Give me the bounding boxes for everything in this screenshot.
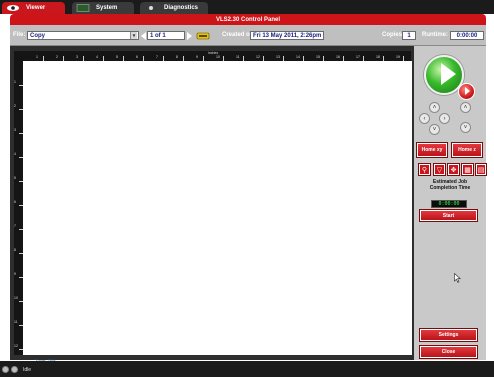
tab-viewer[interactable]: Viewer bbox=[2, 2, 65, 14]
created-value-text: Fri 13 May 2011, 2:26pm bbox=[253, 32, 322, 39]
ruler-top-tick-label: 5 bbox=[116, 55, 118, 59]
estimated-time-label: Estimated Job Completion Time bbox=[418, 179, 482, 191]
mouse-cursor-icon bbox=[454, 273, 461, 283]
ruler-top-tick-label: 8 bbox=[176, 55, 178, 59]
ruler-top: inches 1 2 3 4 5 6 7 8 9 10 11 12 13 14 15 16 17 18 19 bbox=[14, 51, 411, 61]
tab-diagnostics[interactable]: Diagnostics bbox=[140, 2, 208, 14]
jog-left-icon[interactable]: ‹ bbox=[419, 113, 430, 124]
file-select-value: Copy bbox=[30, 32, 45, 39]
ruler-left-tick-label: 3 bbox=[14, 128, 16, 132]
jog-right-icon[interactable]: › bbox=[439, 113, 450, 124]
estimated-time-label-line2: Completion Time bbox=[429, 185, 471, 191]
monitor-icon bbox=[76, 4, 90, 12]
ruler-top-tick-label: 1 bbox=[36, 55, 38, 59]
runtime-value-text: 0:00:00 bbox=[456, 32, 478, 39]
ruler-top-tick-label: 7 bbox=[156, 55, 158, 59]
prev-page-icon[interactable] bbox=[141, 31, 146, 40]
copies-label: Copies: bbox=[382, 32, 405, 38]
ruler-top-tick-label: 19 bbox=[396, 55, 400, 59]
home-xy-button[interactable]: Home xy bbox=[417, 143, 447, 157]
page-indicator: 1 of 1 bbox=[147, 31, 185, 40]
ruler-top-tick-label: 14 bbox=[296, 55, 300, 59]
start-label: Start bbox=[442, 212, 455, 219]
tab-system-label: System bbox=[96, 5, 118, 11]
ruler-top-tick-label: 4 bbox=[96, 55, 98, 59]
dimensions-icon[interactable]: ▦ bbox=[462, 164, 473, 175]
file-select[interactable]: Copy ▾ bbox=[27, 31, 139, 40]
next-page-icon[interactable] bbox=[187, 31, 192, 40]
ruler-top-tick-label: 17 bbox=[356, 55, 360, 59]
home-z-label: Home z bbox=[458, 147, 476, 153]
ruler-top-tick-label: 16 bbox=[336, 55, 340, 59]
ruler-top-tick-label: 3 bbox=[76, 55, 78, 59]
engraving-workarea[interactable] bbox=[23, 61, 412, 355]
tab-bar: Viewer System Diagnostics bbox=[0, 0, 494, 14]
file-label: File: bbox=[13, 32, 26, 38]
window-title: VLS2.30 Control Panel bbox=[10, 14, 486, 25]
ruler-left: 1 2 3 4 5 6 7 8 9 10 11 12 bbox=[14, 61, 23, 355]
ruler-left-tick-label: 2 bbox=[14, 104, 16, 108]
ruler-top-tick-label: 11 bbox=[236, 55, 240, 59]
ruler-left-tick-label: 4 bbox=[14, 152, 16, 156]
move-icon[interactable]: ✥ bbox=[448, 164, 459, 175]
ruler-left-tick-label: 10 bbox=[14, 296, 18, 300]
home-xy-label: Home xy bbox=[421, 147, 443, 153]
settings-button[interactable]: Settings bbox=[420, 329, 477, 341]
ruler-left-tick-label: 12 bbox=[14, 344, 18, 348]
ruler-top-tick-label: 18 bbox=[376, 55, 380, 59]
ruler-top-tick-label: 12 bbox=[256, 55, 260, 59]
jog-down-icon[interactable]: ˅ bbox=[429, 124, 440, 135]
ruler-left-tick-label: 7 bbox=[14, 224, 16, 228]
status-bar: Idle bbox=[0, 361, 494, 377]
created-value: Fri 13 May 2011, 2:26pm bbox=[250, 31, 324, 40]
ruler-left-tick-label: 8 bbox=[14, 248, 16, 252]
eye-icon bbox=[7, 5, 19, 11]
step-icon bbox=[465, 87, 470, 95]
ruler-top-tick-label: 15 bbox=[316, 55, 320, 59]
print-settings-icon[interactable] bbox=[196, 31, 210, 40]
jog-z-down-icon[interactable]: ˅ bbox=[460, 122, 471, 133]
jog-up-icon[interactable]: ˄ bbox=[429, 102, 440, 113]
ruler-top-tick-label: 2 bbox=[56, 55, 58, 59]
status-text: Idle bbox=[23, 367, 32, 373]
tab-viewer-label: Viewer bbox=[26, 5, 46, 11]
play-icon bbox=[441, 63, 456, 85]
home-z-button[interactable]: Home z bbox=[452, 143, 482, 157]
tab-system[interactable]: System bbox=[72, 2, 134, 14]
page-indicator-value: 1 of 1 bbox=[150, 32, 166, 39]
close-label: Close bbox=[441, 349, 456, 355]
duplicate-icon[interactable]: ▤ bbox=[476, 164, 486, 175]
toolbar: File: Copy ▾ 1 of 1 Created on: Fri 13 M… bbox=[10, 25, 486, 46]
ruler-left-tick-label: 5 bbox=[14, 176, 16, 180]
ruler-left-tick-label: 6 bbox=[14, 200, 16, 204]
connection-icon bbox=[11, 366, 18, 373]
close-button[interactable]: Close bbox=[420, 346, 477, 358]
copies-value: 1 bbox=[407, 32, 411, 39]
status-light-icon bbox=[2, 366, 9, 373]
copies-input[interactable]: 1 bbox=[402, 31, 416, 40]
settings-label: Settings bbox=[438, 332, 459, 338]
chevron-down-icon[interactable]: ▾ bbox=[130, 32, 137, 39]
ruler-top-tick-label: 9 bbox=[196, 55, 198, 59]
diagnostics-icon bbox=[149, 6, 153, 10]
estimated-time-value: 0:00:00 bbox=[431, 200, 467, 208]
jog-z-up-icon[interactable]: ˄ bbox=[460, 102, 471, 113]
zoom-icon[interactable]: ⚲ bbox=[419, 164, 430, 175]
filter-icon[interactable]: ▽ bbox=[434, 164, 445, 175]
ruler-top-tick-label: 13 bbox=[276, 55, 280, 59]
ruler-left-tick-label: 1 bbox=[14, 80, 16, 84]
start-button[interactable]: Start bbox=[420, 210, 477, 221]
ruler-left-tick-label: 9 bbox=[14, 272, 16, 276]
ruler-top-tick-label: 10 bbox=[216, 55, 220, 59]
runtime-value: 0:00:00 bbox=[450, 31, 484, 40]
ruler-left-tick-label: 11 bbox=[14, 320, 18, 324]
ruler-top-tick-label: 6 bbox=[136, 55, 138, 59]
tab-diagnostics-label: Diagnostics bbox=[164, 5, 199, 11]
runtime-label: Runtime: bbox=[422, 32, 448, 38]
